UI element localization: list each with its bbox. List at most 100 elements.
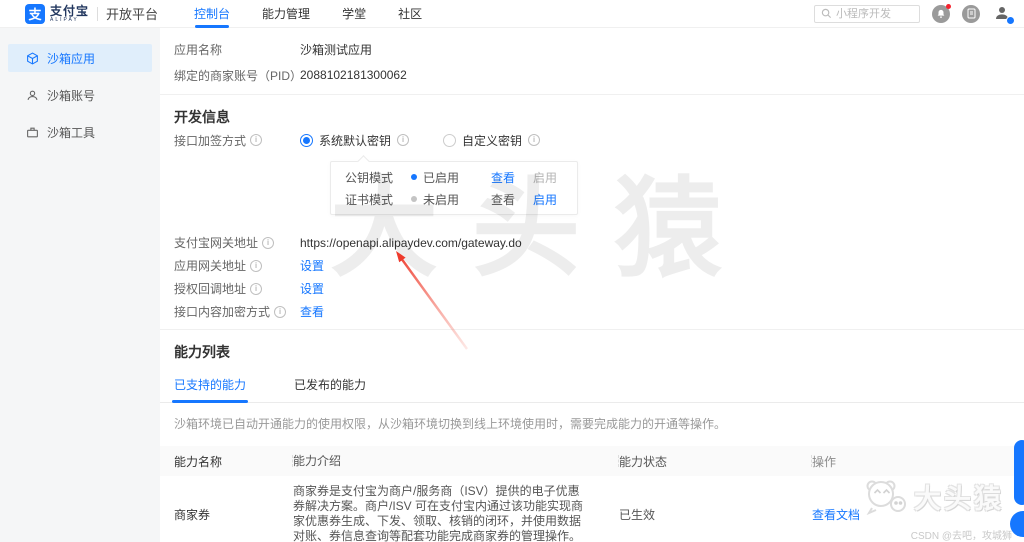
radio-label: 系统默认密钥 (319, 133, 392, 148)
search-input[interactable] (836, 7, 913, 20)
header-divider (97, 6, 99, 21)
merchant-pid-row: 绑定的商家账号（PID） 2088102181300062 (174, 62, 1024, 88)
toolbox-icon (27, 127, 38, 137)
dev-info-title: 开发信息 (174, 109, 230, 125)
capability-name: 商家券 (174, 507, 211, 522)
wordmark-en: ALIPAY (50, 16, 79, 23)
sidebar-item-label: 沙箱应用 (47, 51, 96, 66)
info-icon[interactable]: i (528, 134, 541, 146)
user-icon (27, 90, 38, 100)
info-icon[interactable]: i (250, 259, 263, 272)
gateway-fields: 支付宝网关地址 i https://openapi.alipaydev.com/… (174, 231, 1024, 323)
alipay-logo-icon[interactable]: 支 (25, 3, 45, 24)
column-capability-name: 能力名称 (160, 446, 293, 476)
sidebar-item-label: 沙箱工具 (47, 125, 96, 140)
status-text: 已启用 (423, 170, 460, 185)
field-label-text: 应用网关地址 (174, 259, 247, 273)
info-icon[interactable]: i (250, 134, 263, 146)
radio-label: 自定义密钥 (462, 133, 523, 148)
sign-method-options: 系统默认密钥 i 自定义密钥 i (300, 132, 541, 149)
column-capability-status: 能力状态 (619, 446, 812, 476)
alipay-gateway-row: 支付宝网关地址 i https://openapi.alipaydev.com/… (174, 231, 1024, 254)
app-gateway-set-link[interactable]: 设置 (300, 257, 324, 274)
main-nav: 控制台 能力管理 学堂 社区 (178, 0, 438, 28)
field-label-text: 授权回调地址 (174, 282, 247, 296)
key-mode-popup: 公钥模式 已启用 查看 启用 证书模式 未启用 查看 启用 (330, 161, 578, 215)
view-docs-link[interactable]: 查看文档 (812, 506, 860, 523)
radio-custom-key[interactable]: 自定义密钥 i (443, 132, 541, 149)
field-label-text: 支付宝网关地址 (174, 236, 259, 250)
sidebar-item-sandbox-account[interactable]: 沙箱账号 (8, 81, 152, 109)
field-label-text: 接口内容加密方式 (174, 305, 271, 319)
sidebar-item-sandbox-app[interactable]: 沙箱应用 (8, 44, 152, 72)
docs-button[interactable] (962, 4, 980, 23)
status-dot-off (411, 196, 417, 202)
capability-desc: 商家券是支付宝为商户/服务商（ISV）提供的电子优惠券解决方案。商户/ISV 可… (293, 484, 584, 542)
main-content: 应用名称 沙箱测试应用 绑定的商家账号（PID） 208810218130006… (160, 28, 1024, 542)
tab-supported-capabilities[interactable]: 已支持的能力 (171, 370, 249, 403)
key-mode-name: 证书模式 (345, 192, 394, 207)
search-icon (821, 8, 832, 19)
sidebar-item-label: 沙箱账号 (47, 88, 96, 103)
cube-icon (27, 51, 38, 65)
capability-list-title: 能力列表 (174, 344, 230, 360)
section-divider (160, 329, 1024, 330)
app-name-row: 应用名称 沙箱测试应用 (174, 36, 1024, 62)
auth-callback-set-link[interactable]: 设置 (300, 280, 324, 297)
alipay-gateway-url: https://openapi.alipaydev.com/gateway.do (300, 235, 522, 250)
status-dot-on (411, 174, 417, 180)
wordmark-cn: 支付宝 (50, 3, 90, 18)
sign-method-row: 接口加签方式 i 系统默认密钥 i 自定义密钥 i (174, 127, 1024, 153)
header-search[interactable] (814, 4, 920, 23)
info-icon[interactable]: i (274, 305, 287, 318)
bell-icon (937, 9, 945, 18)
sign-method-label-text: 接口加签方式 (174, 133, 247, 148)
info-icon[interactable]: i (262, 236, 275, 249)
content-encryption-view-link[interactable]: 查看 (300, 303, 324, 320)
top-header: 支 支付宝 ALIPAY 开放平台 控制台 能力管理 学堂 社区 (0, 0, 1024, 28)
nav-item-capability-management[interactable]: 能力管理 (262, 0, 310, 28)
key-mode-status: 已启用 (411, 169, 491, 186)
status-text: 未启用 (423, 192, 460, 207)
enable-public-key-link[interactable]: 启用 (533, 169, 557, 186)
avatar-status-badge (1006, 15, 1015, 25)
nav-item-console[interactable]: 控制台 (194, 0, 230, 28)
section-divider (160, 94, 1024, 95)
app-name-label: 应用名称 (174, 42, 223, 57)
capability-tabs: 已支持的能力 已发布的能力 (160, 370, 1024, 403)
dev-info-section: 接口加签方式 i 系统默认密钥 i 自定义密钥 i 公钥模式 已启用 查看 启用… (160, 127, 1024, 323)
info-icon[interactable]: i (250, 282, 263, 295)
app-gateway-label: 应用网关地址 i (174, 257, 300, 274)
app-gateway-row: 应用网关地址 i 设置 (174, 254, 1024, 277)
public-key-mode-row: 公钥模式 已启用 查看 启用 (331, 166, 577, 188)
merchant-pid-value: 2088102181300062 (300, 68, 407, 82)
nav-item-academy[interactable]: 学堂 (342, 0, 366, 28)
info-icon[interactable]: i (397, 134, 410, 146)
alipay-gateway-label: 支付宝网关地址 i (174, 234, 300, 251)
notification-badge (946, 3, 951, 9)
nav-label: 社区 (398, 7, 423, 21)
cert-mode-row: 证书模式 未启用 查看 启用 (331, 188, 577, 210)
floating-helper-pill[interactable] (1014, 440, 1024, 505)
view-public-key-link[interactable]: 查看 (491, 169, 533, 186)
platform-title: 开放平台 (106, 7, 159, 22)
nav-label: 控制台 (194, 7, 231, 21)
radio-selected-icon[interactable] (300, 133, 313, 147)
alipay-logo-glyph: 支 (28, 7, 42, 22)
user-avatar[interactable] (994, 5, 1015, 25)
notification-bell-button[interactable] (932, 3, 951, 23)
nav-item-community[interactable]: 社区 (398, 0, 422, 28)
capability-table: 能力名称 能力介绍 能力状态 操作 商家券 商家券是支付宝为商户/服务商（ISV… (160, 446, 1024, 542)
content-encryption-row: 接口内容加密方式 i 查看 (174, 300, 1024, 323)
radio-system-default-key[interactable]: 系统默认密钥 i (300, 132, 410, 149)
tab-published-capabilities[interactable]: 已发布的能力 (294, 370, 366, 402)
view-cert-link[interactable]: 查看 (491, 191, 533, 208)
sidebar: 沙箱应用 沙箱账号 沙箱工具 (0, 28, 160, 542)
enable-cert-link[interactable]: 启用 (533, 191, 557, 208)
header-right (814, 3, 1015, 25)
auth-callback-row: 授权回调地址 i 设置 (174, 277, 1024, 300)
radio-unselected-icon[interactable] (443, 133, 457, 147)
column-capability-desc: 能力介绍 (293, 446, 619, 476)
sidebar-item-sandbox-tools[interactable]: 沙箱工具 (8, 118, 152, 146)
key-mode-status: 未启用 (411, 191, 491, 208)
